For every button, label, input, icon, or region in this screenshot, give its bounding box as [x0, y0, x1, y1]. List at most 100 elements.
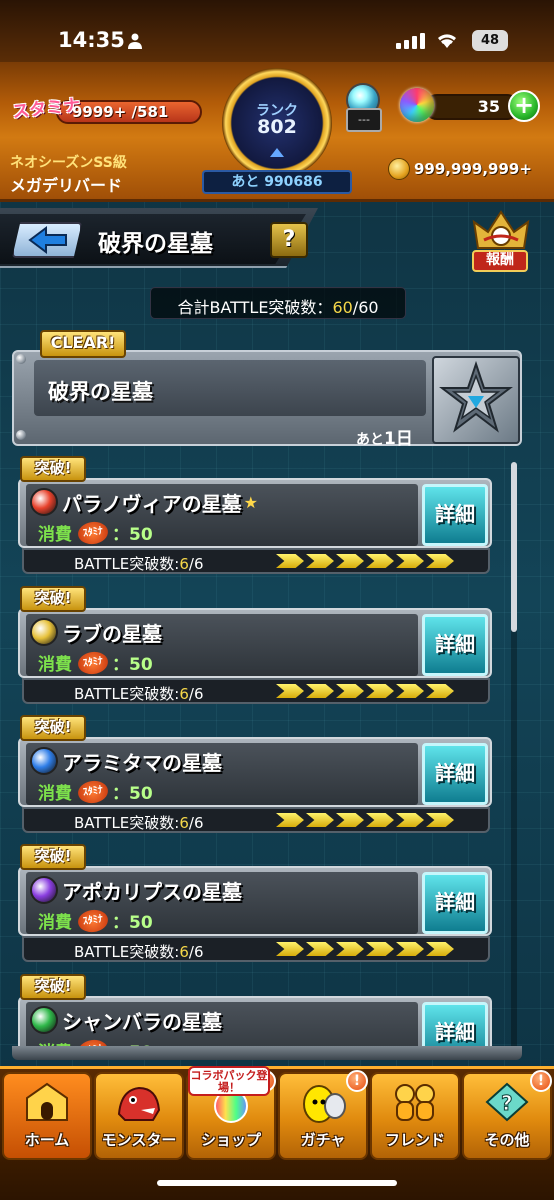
rivet-icon	[16, 430, 26, 440]
wifi-icon	[438, 34, 456, 48]
progress-chevron	[396, 684, 424, 698]
star-tomb-icon	[439, 360, 513, 433]
clear-badge: CLEAR!	[40, 330, 126, 358]
progress-chevron	[336, 813, 364, 827]
item-count: ---	[346, 108, 382, 132]
progress-chevron	[276, 684, 304, 698]
nav-item[interactable]: ホーム	[2, 1072, 92, 1160]
progress-chevron	[396, 942, 424, 956]
element-icon	[30, 1006, 58, 1034]
notification-badge: !	[530, 1070, 552, 1092]
status-time: 14:35	[58, 28, 125, 52]
entry-name-row: アポカリプスの星墓	[30, 874, 244, 906]
progress-chevron	[306, 942, 334, 956]
stamina-icon: ｽﾀﾐﾅ	[76, 519, 110, 546]
progress-chevron	[276, 554, 304, 568]
orb-count: 35	[477, 97, 500, 116]
battle-progress: BATTLE突破数:6/6	[74, 553, 204, 574]
tomb-entry[interactable]: 突破! アラミタマの星墓 消費 ｽﾀﾐﾅ ：50 詳細 BATTLE突破数:6/…	[18, 715, 492, 833]
rank-up-icon	[270, 148, 284, 157]
stamina-cost: 消費 ｽﾀﾐﾅ ：50	[38, 907, 153, 934]
nav-label: フレンド	[384, 1131, 445, 1149]
coin-icon	[388, 158, 410, 180]
collab-pack-badge: コラボパック登場！	[188, 1066, 270, 1096]
buy-orbs-button[interactable]: +	[508, 90, 540, 122]
detail-button[interactable]: 詳細	[422, 484, 488, 546]
nav-label: ショップ	[200, 1131, 261, 1149]
remaining-time: あと1日	[356, 424, 413, 449]
element-icon	[30, 876, 58, 904]
progress-chevron	[426, 554, 454, 568]
progress-label: BATTLE突破数:	[74, 685, 180, 703]
entry-name-row: アラミタマの星墓	[30, 745, 224, 777]
star-emblem	[432, 356, 520, 444]
element-icon	[30, 488, 58, 516]
tomb-entry[interactable]: 突破! アポカリプスの星墓 消費 ｽﾀﾐﾅ ：50 詳細 BATTLE突破数:6…	[18, 844, 492, 962]
breakthrough-badge: 突破!	[20, 586, 86, 612]
detail-button[interactable]: 詳細	[422, 614, 488, 676]
progress-chevron	[336, 554, 364, 568]
progress-chevron	[426, 684, 454, 698]
tomb-entry[interactable]: 突破! パラノヴィアの星墓 ★ 消費 ｽﾀﾐﾅ ：50 詳細 BATTLE突破数…	[18, 456, 492, 574]
nav-item[interactable]: フレンド	[370, 1072, 460, 1160]
progress-chevron	[306, 684, 334, 698]
progress-chevron	[306, 813, 334, 827]
breakthrough-badge: 突破!	[20, 456, 86, 482]
gacha-egg-icon	[303, 1085, 346, 1123]
progress-chevrons	[276, 554, 466, 568]
element-icon	[30, 747, 58, 775]
cost-value: ：50	[112, 655, 153, 675]
progress-chevron	[276, 942, 304, 956]
progress-chevrons	[276, 942, 466, 956]
progress-total: /6	[188, 814, 204, 832]
entry-name: パラノヴィアの星墓	[62, 491, 242, 516]
entry-name: アポカリプスの星墓	[62, 879, 242, 904]
progress-chevron	[396, 813, 424, 827]
tomb-entry[interactable]: 突破! シャンバラの星墓 消費 ｽﾀﾐﾅ ：50 詳細 BATTLE突破数:6/…	[18, 974, 492, 1056]
progress-chevron	[426, 942, 454, 956]
summary-name: 破界の星墓	[48, 380, 153, 404]
progress-chevron	[306, 554, 334, 568]
progress-label: BATTLE突破数:	[74, 555, 180, 573]
battle-progress: BATTLE突破数:6/6	[74, 683, 204, 704]
friend-icon	[395, 1084, 435, 1121]
battery-indicator: 48	[472, 30, 508, 51]
coin-count: 999,999,999+	[414, 160, 532, 178]
progress-total: /6	[188, 555, 204, 573]
detail-button[interactable]: 詳細	[422, 872, 488, 934]
nav-label: その他	[484, 1131, 530, 1149]
breakthrough-badge: 突破!	[20, 974, 86, 1000]
remaining-value: 1日	[384, 429, 413, 449]
help-button[interactable]: ?	[270, 222, 308, 258]
tomb-list[interactable]: 突破! パラノヴィアの星墓 ★ 消費 ｽﾀﾐﾅ ：50 詳細 BATTLE突破数…	[12, 456, 522, 1056]
detail-button[interactable]: 詳細	[422, 743, 488, 805]
progress-chevron	[426, 813, 454, 827]
reward-label[interactable]: 報酬	[472, 250, 528, 272]
other-icon: ?	[485, 1082, 529, 1122]
svg-text:?: ?	[501, 1091, 513, 1115]
entry-name-row: シャンバラの星墓	[30, 1004, 224, 1036]
progress-chevron	[336, 684, 364, 698]
progress-label: BATTLE突破数:	[74, 814, 180, 832]
cost-label: 消費	[38, 784, 72, 804]
entry-name: ラブの星墓	[62, 621, 162, 646]
nav-item[interactable]: ガチャ!	[278, 1070, 368, 1160]
breakthrough-badge: 突破!	[20, 715, 86, 741]
progress-current: 6	[179, 555, 189, 573]
season-rank: ネオシーズンSS級	[10, 155, 127, 171]
stamina-icon: ｽﾀﾐﾅ	[76, 778, 110, 805]
progress-chevron	[366, 942, 394, 956]
breakthrough-badge: 突破!	[20, 844, 86, 870]
cost-label: 消費	[38, 655, 72, 675]
progress-chevron	[336, 942, 364, 956]
entry-name-row: パラノヴィアの星墓 ★	[30, 486, 258, 518]
star-icon: ★	[243, 492, 258, 512]
nav-item[interactable]: モンスター	[94, 1072, 184, 1160]
nav-item[interactable]: ? その他!	[462, 1070, 552, 1160]
progress-current: 6	[179, 685, 189, 703]
next-rank-exp: あと 990686	[202, 170, 352, 194]
battle-progress: BATTLE突破数:6/6	[74, 812, 204, 833]
tomb-entry[interactable]: 突破! ラブの星墓 消費 ｽﾀﾐﾅ ：50 詳細 BATTLE突破数:6/6	[18, 586, 492, 704]
progress-total: /6	[188, 685, 204, 703]
progress-chevron	[366, 684, 394, 698]
